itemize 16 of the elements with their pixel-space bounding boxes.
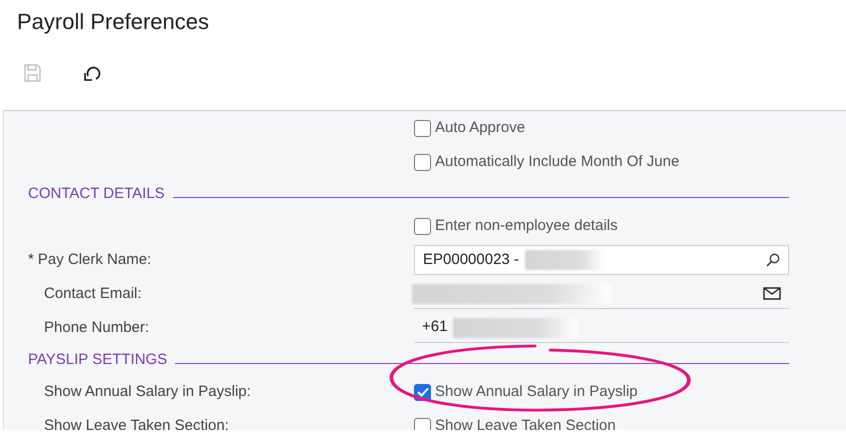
page-title: Payroll Preferences (17, 8, 210, 36)
field-label: Phone Number: (44, 318, 150, 336)
checkbox-label: Show Leave Taken Section (435, 416, 616, 430)
section-header: PAYSLIP SETTINGS (28, 350, 168, 370)
checkbox-label: Automatically Include Month Of June (435, 152, 680, 172)
required-mark: * (28, 250, 34, 268)
checkbox-label: Show Annual Salary in Payslip (435, 382, 638, 402)
field-label: Show Leave Taken Section: (44, 416, 229, 430)
checkbox-label: Auto Approve (435, 118, 526, 138)
input-field[interactable]: EP00000023 - (414, 245, 789, 275)
field-label: Show Annual Salary in Payslip: (44, 382, 251, 400)
field-label: Contact Email: (44, 284, 142, 302)
checkbox-label: Enter non-employee details (435, 216, 618, 236)
section-header: CONTACT DETAILS (28, 184, 165, 204)
input-field[interactable]: +61 (414, 313, 789, 343)
field-label: Pay Clerk Name: (38, 250, 152, 268)
